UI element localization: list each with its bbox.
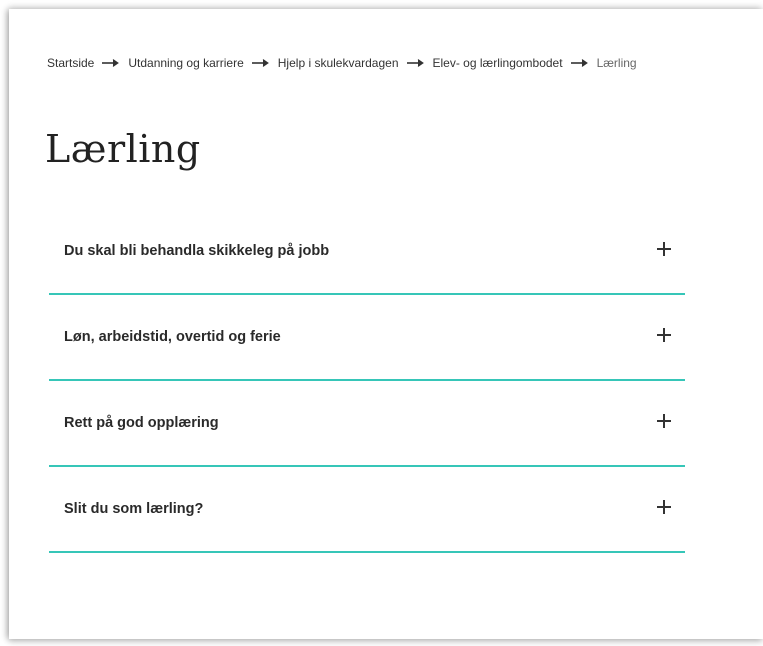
plus-icon[interactable]: [657, 414, 671, 428]
accordion-item-opplaering[interactable]: Rett på god opplæring: [49, 381, 685, 467]
breadcrumb-item-utdanning[interactable]: Utdanning og karriere: [128, 56, 243, 70]
accordion-item-lon[interactable]: Løn, arbeidstid, overtid og ferie: [49, 295, 685, 381]
page-title: Lærling: [45, 127, 201, 171]
plus-icon[interactable]: [657, 242, 671, 256]
plus-icon[interactable]: [657, 328, 671, 342]
breadcrumb-item-hjelp[interactable]: Hjelp i skulekvardagen: [278, 56, 399, 70]
arrow-right-icon: [251, 58, 270, 68]
accordion: Du skal bli behandla skikkeleg på jobb L…: [49, 209, 685, 553]
breadcrumb: Startside Utdanning og karriere Hjelp i …: [47, 56, 637, 70]
arrow-right-icon: [102, 58, 120, 68]
breadcrumb-item-ombodet[interactable]: Elev- og lærlingombodet: [433, 56, 563, 70]
page-frame: Startside Utdanning og karriere Hjelp i …: [9, 9, 763, 639]
accordion-item-behandla[interactable]: Du skal bli behandla skikkeleg på jobb: [49, 209, 685, 295]
accordion-item-label: Slit du som lærling?: [64, 501, 204, 517]
arrow-right-icon: [570, 58, 589, 68]
breadcrumb-item-current: Lærling: [596, 56, 637, 70]
accordion-item-label: Rett på god opplæring: [64, 415, 219, 431]
accordion-item-slit[interactable]: Slit du som lærling?: [49, 467, 685, 553]
plus-icon[interactable]: [657, 500, 671, 514]
arrow-right-icon: [406, 58, 425, 68]
breadcrumb-item-startside[interactable]: Startside: [47, 56, 94, 70]
accordion-item-label: Løn, arbeidstid, overtid og ferie: [64, 329, 281, 345]
accordion-item-label: Du skal bli behandla skikkeleg på jobb: [64, 243, 330, 259]
